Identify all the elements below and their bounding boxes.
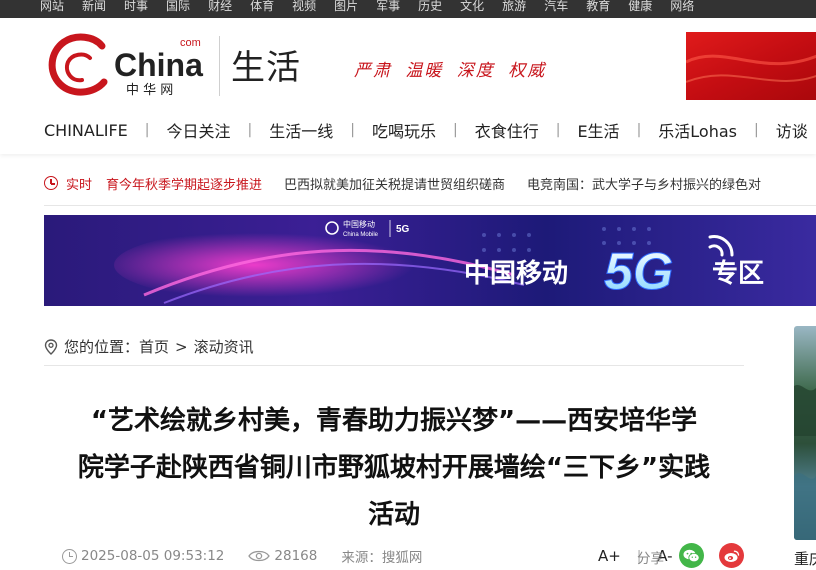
top-bar-links: 网站 新闻 时事 国际 财经 体育 视频 图片 军事 历史 文化 旅游 汽车 教育 健康 网络 [40, 0, 694, 14]
sidebar-photo-caption[interactable]: 重庆 [794, 548, 816, 569]
nav-separator: | [452, 122, 458, 138]
top-bar-link[interactable]: 财经 [208, 0, 232, 14]
top-bar: 网站 新闻 时事 国际 财经 体育 视频 图片 军事 历史 文化 旅游 汽车 教育 健康 网络 [0, 0, 816, 18]
font-larger-button[interactable]: A+ [598, 547, 621, 565]
ticker-headline[interactable]: 电竞南国：武大学子与乡村振兴的绿色对 [527, 174, 761, 193]
sidebar-featured-photo[interactable] [794, 326, 816, 540]
top-bar-link[interactable]: 文化 [460, 0, 484, 14]
ticker-divider [44, 205, 816, 206]
nav-item[interactable]: 乐活Lohas [658, 118, 737, 142]
nav-item[interactable]: 生活一线 [269, 118, 333, 142]
nav-item[interactable]: 今日关注 [167, 118, 231, 142]
top-bar-link[interactable]: 国际 [166, 0, 190, 14]
nav-item[interactable]: 吃喝玩乐 [372, 118, 436, 142]
breadcrumb-divider [44, 365, 744, 366]
nav-separator: | [754, 122, 759, 138]
weibo-icon [724, 549, 739, 562]
header-promo-banner[interactable] [686, 32, 816, 100]
source-label: 来源： [341, 550, 382, 566]
top-bar-link[interactable]: 旅游 [502, 0, 526, 14]
article-title-line: “艺术绘就乡村美，青春助力振兴梦”——西安培华学 [90, 406, 698, 436]
location-pin-icon [44, 338, 58, 355]
site-header: China com 中 华 网 生活 严肃 温暖 深度 权威 CHINALIFE… [0, 18, 816, 154]
breadcrumb-home[interactable]: 首页 [139, 336, 169, 357]
top-bar-link[interactable]: 新闻 [82, 0, 106, 14]
china-mobile-5g-ad-banner[interactable]: 中国移动 China Mobile 5G 中国移动 5G 专区 [44, 215, 816, 306]
top-bar-link[interactable]: 网络 [670, 0, 694, 14]
news-ticker: 实时 育今年秋季学期起逐步推进 巴西拟就美加征关税提请世贸组织磋商 电竞南国：武大学… [44, 172, 816, 194]
clock-icon [62, 548, 77, 564]
nav-separator: | [636, 122, 642, 138]
breadcrumb-prefix: 您的位置： [64, 338, 140, 356]
svg-text:中国移动: 中国移动 [343, 219, 375, 229]
nav-item[interactable]: 衣食住行 [475, 118, 539, 142]
svg-text:5G: 5G [396, 224, 410, 235]
wechat-icon [683, 549, 700, 562]
share-weibo-button[interactable] [719, 543, 744, 568]
clock-icon [44, 176, 58, 190]
breadcrumb-separator: > [175, 337, 188, 356]
ticker-headline[interactable]: 育今年秋季学期起逐步推进 [106, 174, 262, 193]
article-title-line: 活动 [367, 500, 420, 530]
ticker-label: 实时 [66, 177, 93, 193]
article-views: 28168 [274, 548, 318, 564]
top-bar-link[interactable]: 时事 [124, 0, 148, 14]
nav-separator: | [247, 122, 253, 138]
eye-icon [248, 550, 271, 562]
top-bar-link[interactable]: 历史 [418, 0, 442, 14]
top-bar-link[interactable]: 汽车 [544, 0, 568, 14]
svg-text:China Mobile: China Mobile [343, 232, 379, 238]
article-datetime: 2025-08-05 09:53:12 [81, 548, 225, 564]
site-slogan: 严肃 温暖 深度 权威 [354, 61, 547, 81]
channel-title[interactable]: 生活 [231, 46, 301, 90]
logo-divider [219, 36, 220, 96]
breadcrumb-current[interactable]: 滚动资讯 [194, 336, 254, 357]
share-label: 分享 [637, 551, 664, 567]
top-bar-link[interactable]: 健康 [628, 0, 652, 14]
top-bar-link[interactable]: 体育 [250, 0, 274, 14]
top-bar-link[interactable]: 视频 [292, 0, 316, 14]
nav-item[interactable]: E生活 [577, 118, 619, 142]
top-bar-link[interactable]: 图片 [334, 0, 358, 14]
top-bar-link[interactable]: 网站 [40, 0, 64, 14]
nav-item[interactable]: 访谈 [776, 118, 808, 142]
article-title: “艺术绘就乡村美，青春助力振兴梦”——西安培华学 院学子赴陕西省铜川市野狐坡村开… [44, 398, 744, 539]
main-nav: CHINALIFE | 今日关注 | 生活一线 | 吃喝玩乐 | 衣食住行 | E生活 | 乐活Loha… [44, 118, 808, 142]
ticker-headline[interactable]: 巴西拟就美加征关税提请世贸组织磋商 [284, 174, 505, 193]
svg-text:专区: 专区 [712, 259, 764, 289]
logo-cn-text: 中 华 网 [126, 83, 173, 98]
top-bar-link[interactable]: 教育 [586, 0, 610, 14]
nav-separator: | [555, 122, 561, 138]
nav-separator: | [350, 122, 355, 138]
nav-separator: | [144, 122, 150, 138]
top-bar-link[interactable]: 军事 [376, 0, 400, 14]
logo-brand-text: China [114, 47, 203, 83]
share-wechat-button[interactable] [679, 543, 704, 568]
article-title-line: 院学子赴陕西省铜川市野狐坡村开展墙绘“三下乡”实践 [77, 453, 711, 483]
svg-text:中国移动: 中国移动 [464, 259, 568, 289]
logo-com-text: com [180, 37, 201, 49]
svg-text:5G: 5G [604, 243, 673, 301]
china-com-logo[interactable]: China com 中 华 网 [44, 32, 209, 98]
article-meta: 2025-08-05 09:53:12 28168 来源： 搜狐网 A+ | A… [62, 543, 752, 568]
breadcrumb: 您的位置： 首页 > 滚动资讯 [44, 336, 254, 357]
article-source[interactable]: 搜狐网 [382, 546, 423, 566]
nav-item[interactable]: CHINALIFE [44, 121, 128, 140]
